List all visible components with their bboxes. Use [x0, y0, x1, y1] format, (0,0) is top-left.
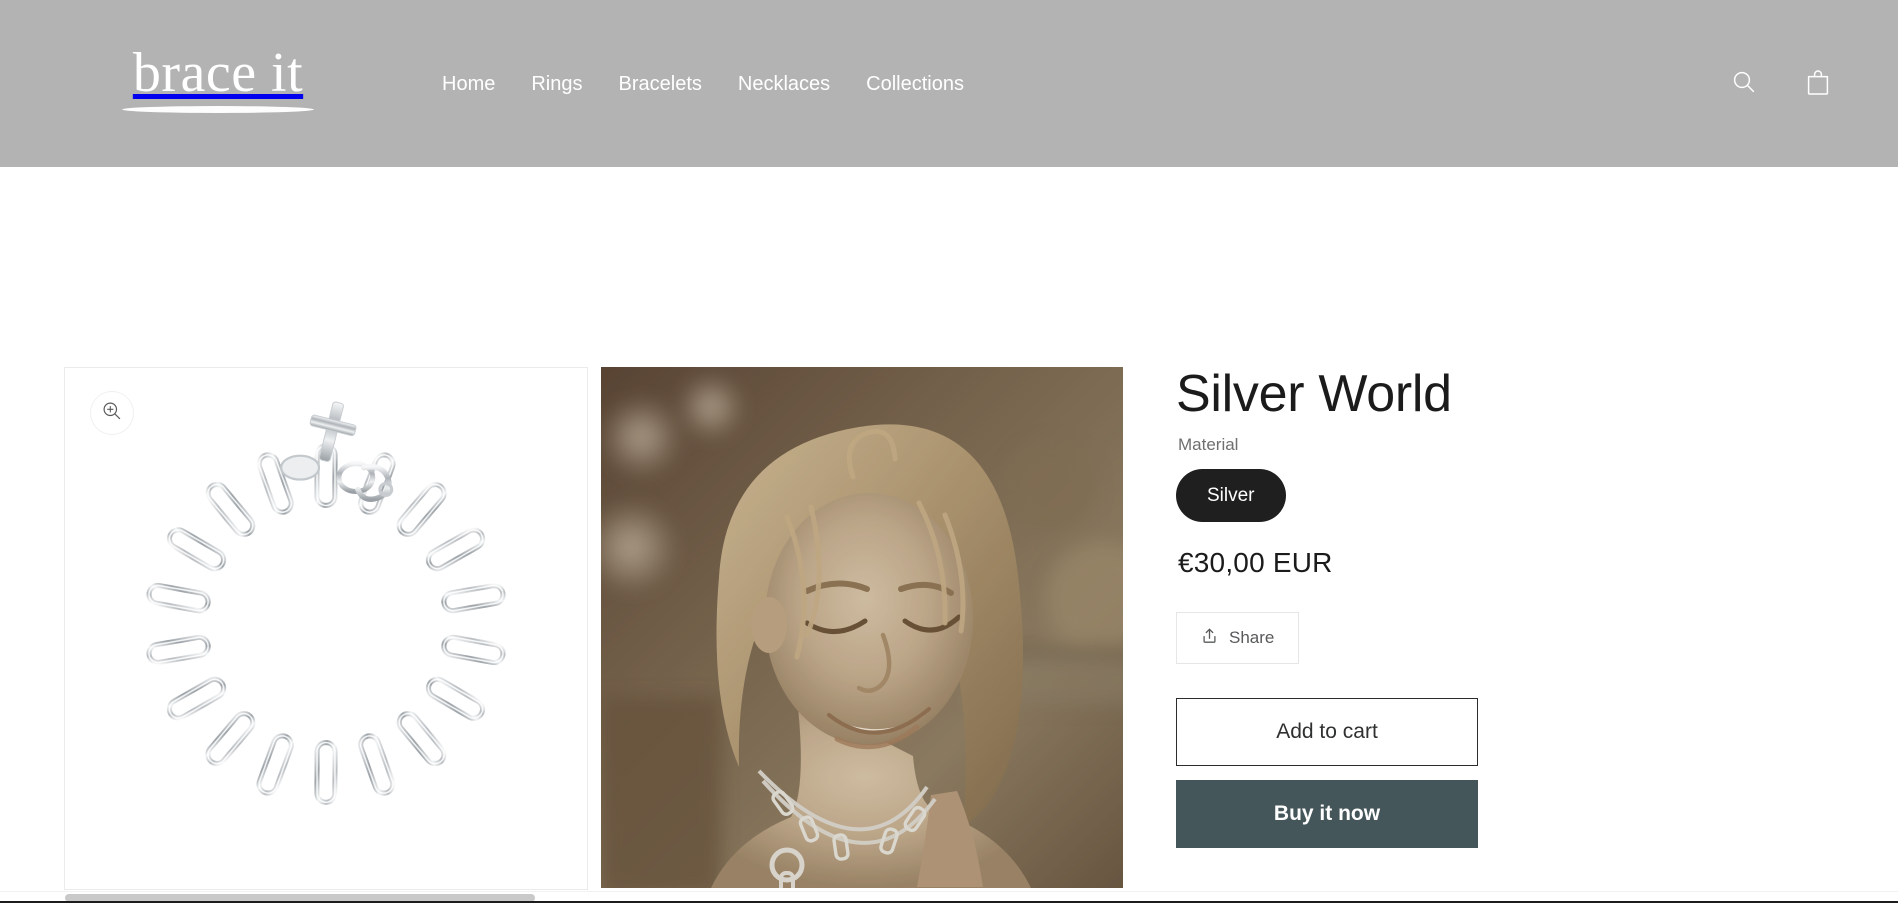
nav-item-home[interactable]: Home	[424, 66, 513, 102]
product-gallery	[64, 367, 1123, 890]
site-header: brace it Home Rings Bracelets Necklaces …	[0, 0, 1898, 167]
bracelet-illustration	[65, 368, 587, 889]
main-navigation: Home Rings Bracelets Necklaces Collectio…	[424, 0, 982, 167]
product-page: Silver World Material Silver €30,00 EUR …	[0, 167, 1898, 903]
share-button[interactable]: Share	[1176, 612, 1300, 664]
zoom-in-button[interactable]	[90, 391, 134, 435]
cart-button[interactable]	[1794, 60, 1842, 108]
buy-it-now-button[interactable]: Buy it now	[1176, 780, 1478, 848]
gallery-image-bracelet[interactable]	[64, 367, 588, 890]
option-label-material: Material	[1178, 435, 1239, 454]
site-logo[interactable]: brace it	[102, 44, 334, 122]
logo-wordmark: brace it	[132, 42, 304, 104]
product-title: Silver World	[1176, 365, 1452, 423]
nav-item-necklaces[interactable]: Necklaces	[720, 66, 848, 102]
cart-icon	[1805, 69, 1831, 99]
header-actions	[1720, 0, 1842, 167]
nav-item-rings[interactable]: Rings	[513, 66, 600, 102]
zoom-in-icon	[101, 400, 123, 427]
product-info: Silver World Material Silver €30,00 EUR …	[1176, 363, 1596, 848]
logo-swoosh-icon	[122, 106, 314, 113]
add-to-cart-button[interactable]: Add to cart	[1176, 698, 1478, 766]
variant-option-silver[interactable]: Silver	[1176, 469, 1286, 522]
share-label: Share	[1229, 628, 1275, 647]
horizontal-scrollbar[interactable]	[0, 891, 1898, 903]
nav-item-bracelets[interactable]: Bracelets	[601, 66, 720, 102]
search-button[interactable]	[1720, 60, 1768, 108]
nav-item-collections[interactable]: Collections	[848, 66, 982, 102]
search-icon	[1731, 69, 1757, 98]
product-price: €30,00 EUR	[1178, 547, 1333, 578]
model-photo-illustration	[601, 367, 1123, 888]
gallery-image-model[interactable]	[601, 367, 1123, 888]
share-icon	[1201, 627, 1218, 649]
